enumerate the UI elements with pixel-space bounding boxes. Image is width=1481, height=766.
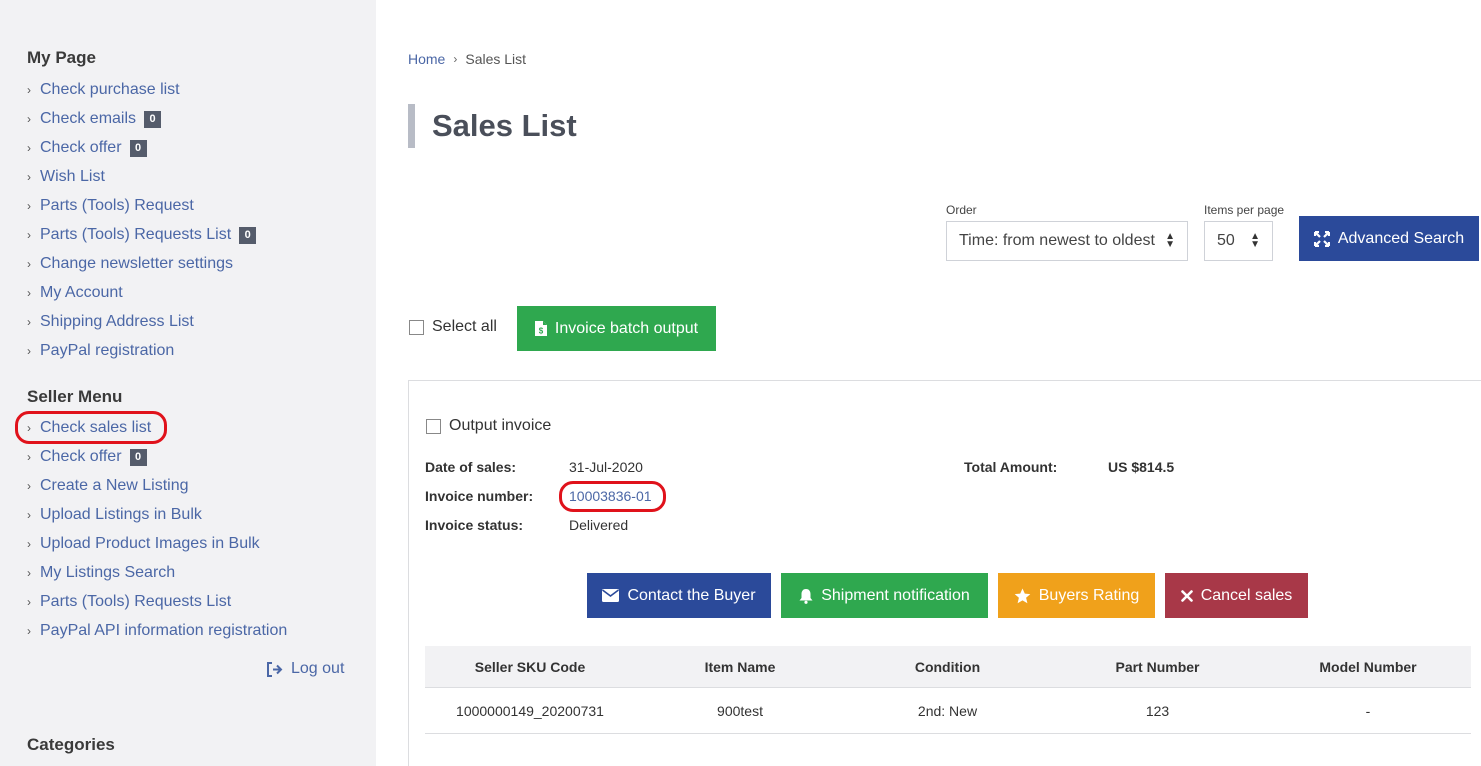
chevron-right-icon: › bbox=[453, 52, 458, 66]
cancel-sales-button[interactable]: Cancel sales bbox=[1165, 573, 1308, 618]
close-icon bbox=[1180, 589, 1193, 602]
sidebar-item-upload-listings-bulk[interactable]: › Upload Listings in Bulk bbox=[27, 500, 287, 529]
column-header-condition: Condition bbox=[914, 658, 981, 675]
chevron-right-icon: › bbox=[27, 507, 31, 522]
breadcrumb: Home › Sales List bbox=[408, 51, 526, 67]
date-of-sales-label: Date of sales: bbox=[425, 459, 517, 475]
column-header-part-number: Part Number bbox=[1115, 658, 1200, 675]
column-header-model-number: Model Number bbox=[1319, 658, 1417, 675]
sidebar-item-check-purchase-list[interactable]: › Check purchase list bbox=[27, 75, 256, 104]
sidebar-item-paypal-registration[interactable]: › PayPal registration bbox=[27, 336, 256, 365]
select-all-label: Select all bbox=[432, 318, 497, 335]
order-label: Order bbox=[946, 203, 977, 217]
categories-heading: Categories bbox=[27, 735, 115, 754]
items-per-page-select[interactable]: 50 ▲ ▼ bbox=[1204, 221, 1273, 261]
chevron-right-icon: › bbox=[27, 82, 31, 97]
chevron-right-icon: › bbox=[27, 536, 31, 551]
seller-menu: › Check sales list › Check offer 0 › Create … bbox=[27, 413, 287, 645]
chevron-right-icon: › bbox=[27, 256, 31, 271]
sidebar-item-shipping-address-list[interactable]: › Shipping Address List bbox=[27, 307, 256, 336]
chevron-right-icon: › bbox=[27, 594, 31, 609]
invoice-file-icon: $ bbox=[534, 321, 547, 336]
sidebar-item-newsletter-settings[interactable]: › Change newsletter settings bbox=[27, 249, 256, 278]
svg-text:$: $ bbox=[539, 327, 544, 336]
chevron-right-icon: › bbox=[27, 314, 31, 329]
chevron-right-icon: › bbox=[27, 565, 31, 580]
sort-arrows-icon: ▲ ▼ bbox=[1250, 231, 1260, 250]
chevron-right-icon: › bbox=[27, 227, 31, 242]
table-row: 1000000149_20200731 900test 2nd: New 123… bbox=[425, 688, 1471, 734]
sidebar-item-parts-request[interactable]: › Parts (Tools) Request bbox=[27, 191, 256, 220]
count-badge: 0 bbox=[239, 227, 257, 244]
chevron-right-icon: › bbox=[27, 140, 31, 155]
seller-menu-heading: Seller Menu bbox=[27, 387, 123, 406]
condition-cell: 2nd: New bbox=[917, 702, 978, 719]
buyers-rating-button[interactable]: Buyers Rating bbox=[998, 573, 1155, 618]
logout-link[interactable]: Log out bbox=[266, 660, 344, 678]
sort-arrows-icon: ▲ ▼ bbox=[1165, 231, 1175, 250]
sidebar-item-create-new-listing[interactable]: › Create a New Listing bbox=[27, 471, 287, 500]
count-badge: 0 bbox=[144, 111, 162, 128]
date-of-sales-value: 31-Jul-2020 bbox=[569, 459, 643, 475]
title-accent-bar bbox=[408, 104, 415, 148]
select-all-checkbox[interactable] bbox=[409, 320, 424, 335]
sidebar-item-my-listings-search[interactable]: › My Listings Search bbox=[27, 558, 287, 587]
chevron-right-icon: › bbox=[27, 343, 31, 358]
sidebar-item-check-offer[interactable]: › Check offer 0 bbox=[27, 133, 256, 162]
output-invoice-checkbox[interactable] bbox=[426, 419, 441, 434]
highlight-annotation bbox=[559, 481, 666, 512]
breadcrumb-current: Sales List bbox=[465, 51, 527, 67]
order-select[interactable]: Time: from newest to oldest ▲ ▼ bbox=[946, 221, 1188, 261]
chevron-right-icon: › bbox=[27, 285, 31, 300]
chevron-right-icon: › bbox=[27, 478, 31, 493]
shipment-notification-button[interactable]: Shipment notification bbox=[781, 573, 988, 618]
output-invoice-label: Output invoice bbox=[449, 417, 552, 434]
sidebar-item-wish-list[interactable]: › Wish List bbox=[27, 162, 256, 191]
bell-icon bbox=[799, 588, 813, 604]
total-amount-label: Total Amount: bbox=[964, 459, 1058, 475]
items-per-page-label: Items per page bbox=[1204, 203, 1285, 217]
page-title: Sales List bbox=[432, 108, 577, 143]
chevron-right-icon: › bbox=[27, 169, 31, 184]
items-table-header: Seller SKU Code Item Name Condition Part… bbox=[425, 646, 1471, 688]
invoice-batch-output-button[interactable]: $ Invoice batch output bbox=[517, 306, 716, 351]
highlight-annotation bbox=[15, 411, 167, 444]
invoice-status-value: Delivered bbox=[569, 517, 629, 533]
total-amount-value: US $814.5 bbox=[1108, 459, 1175, 475]
column-header-seller-sku: Seller SKU Code bbox=[474, 658, 586, 675]
part-number-cell: 123 bbox=[1145, 702, 1170, 719]
chevron-right-icon: › bbox=[27, 449, 31, 464]
breadcrumb-home[interactable]: Home bbox=[408, 51, 445, 67]
star-icon bbox=[1014, 588, 1031, 603]
invoice-status-label: Invoice status: bbox=[425, 517, 524, 533]
sidebar-item-upload-images-bulk[interactable]: › Upload Product Images in Bulk bbox=[27, 529, 287, 558]
sidebar-item-check-emails[interactable]: › Check emails 0 bbox=[27, 104, 256, 133]
sidebar-item-paypal-api-registration[interactable]: › PayPal API information registration bbox=[27, 616, 287, 645]
expand-icon bbox=[1313, 230, 1330, 247]
model-number-cell: - bbox=[1365, 702, 1371, 719]
count-badge: 0 bbox=[129, 140, 147, 157]
sidebar-item-seller-check-offer[interactable]: › Check offer 0 bbox=[27, 442, 287, 471]
advanced-search-button[interactable]: Advanced Search bbox=[1299, 216, 1479, 261]
sidebar-item-parts-requests-list[interactable]: › Parts (Tools) Requests List 0 bbox=[27, 220, 257, 249]
item-name-cell: 900test bbox=[717, 702, 763, 719]
sidebar-item-my-account[interactable]: › My Account bbox=[27, 278, 256, 307]
contact-buyer-button[interactable]: Contact the Buyer bbox=[587, 573, 771, 618]
count-badge: 0 bbox=[129, 449, 147, 466]
seller-sku-link[interactable]: 1000000149_20200731 bbox=[425, 688, 635, 733]
invoice-number-label: Invoice number: bbox=[425, 488, 534, 504]
chevron-right-icon: › bbox=[27, 623, 31, 638]
column-header-item-name: Item Name bbox=[704, 658, 776, 675]
logout-icon bbox=[267, 661, 283, 677]
my-page-menu: › Check purchase list › Check emails 0 › Che… bbox=[27, 75, 257, 365]
chevron-right-icon: › bbox=[27, 198, 31, 213]
my-page-heading: My Page bbox=[27, 48, 96, 67]
sidebar: My Page › Check purchase list › Check emai… bbox=[0, 0, 376, 766]
envelope-icon bbox=[602, 589, 620, 602]
sidebar-item-seller-parts-requests-list[interactable]: › Parts (Tools) Requests List bbox=[27, 587, 287, 616]
chevron-right-icon: › bbox=[27, 111, 31, 126]
